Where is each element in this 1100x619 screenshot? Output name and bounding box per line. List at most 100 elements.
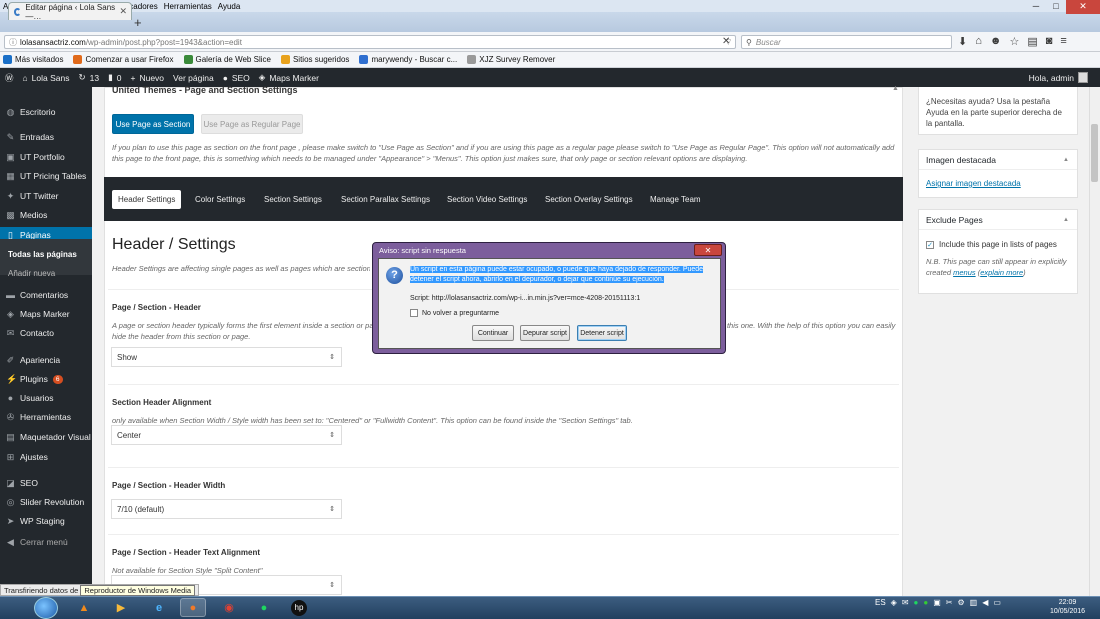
tab-section-parallax-settings[interactable]: Section Parallax Settings bbox=[341, 191, 430, 208]
sidebar-item-entradas[interactable]: ✎ Entradas bbox=[0, 129, 92, 145]
bookmark-item[interactable]: marywendy - Buscar c... bbox=[359, 55, 457, 64]
updates-link[interactable]: ↻ 13 bbox=[78, 72, 99, 83]
firefox-icon[interactable]: ● bbox=[180, 598, 206, 617]
search-input[interactable]: ⚲ Buscar bbox=[741, 35, 952, 49]
dont-ask-again-option[interactable]: No volver a preguntarme bbox=[410, 309, 499, 317]
collapse-icon[interactable]: ▲ bbox=[892, 85, 899, 92]
sidebar-item-anadir-nueva[interactable]: Añadir nueva bbox=[0, 265, 92, 281]
tray-icon[interactable]: ▣ bbox=[933, 598, 941, 607]
field-select[interactable]: Center ⇕ bbox=[111, 425, 342, 445]
sidebar-item-comentarios[interactable]: ▬ Comentarios bbox=[0, 287, 92, 303]
close-tab-icon[interactable]: ✕ bbox=[119, 6, 127, 17]
set-featured-image-link[interactable]: Asignar imagen destacada bbox=[919, 170, 1077, 197]
comments-link[interactable]: ▮ 0 bbox=[108, 72, 121, 83]
scrollbar-thumb[interactable] bbox=[1091, 124, 1098, 182]
dont-ask-again-checkbox[interactable] bbox=[410, 309, 418, 317]
maximize-icon[interactable]: □ bbox=[1046, 0, 1066, 14]
sidebar-item-apariencia[interactable]: ✐ Apariencia bbox=[0, 352, 92, 368]
menu-item[interactable]: Ayuda bbox=[218, 2, 241, 11]
maps-marker-link[interactable]: ◈ Maps Marker bbox=[259, 72, 319, 83]
sidebar-item-plugins[interactable]: ⚡ Plugins 6 bbox=[0, 371, 92, 387]
tray-icon[interactable]: ◈ bbox=[891, 598, 897, 607]
clock[interactable]: 22:09 10/05/2016 bbox=[1050, 598, 1085, 616]
sidebar-item-escritorio[interactable]: ◍ Escritorio bbox=[0, 104, 92, 120]
browser-tab[interactable]: Editar página ‹ Lola Sans —… ✕ bbox=[8, 2, 132, 21]
tab-section-overlay-settings[interactable]: Section Overlay Settings bbox=[545, 191, 633, 208]
bookmark-item[interactable]: Comenzar a usar Firefox bbox=[73, 55, 174, 64]
sidebar-item-maquetador-visual[interactable]: ▤ Maquetador Visual bbox=[0, 429, 92, 445]
sidebar-item-todas-las-paginas[interactable]: Todas las páginas bbox=[0, 248, 92, 261]
download-icon[interactable]: ⬇ bbox=[958, 35, 967, 48]
new-tab-icon[interactable]: + bbox=[134, 15, 142, 30]
sidebar-item-slider-revolution[interactable]: ◎ Slider Revolution bbox=[0, 494, 92, 510]
chrome-icon[interactable]: ◉ bbox=[216, 598, 242, 617]
sidebar-item-seo[interactable]: ◪ SEO bbox=[0, 475, 92, 491]
battery-icon[interactable]: ▭ bbox=[993, 598, 1001, 607]
tab-manage-team[interactable]: Manage Team bbox=[650, 191, 701, 208]
network-icon[interactable]: ▥ bbox=[970, 598, 978, 607]
url-bar[interactable]: ⓘ lolasansactriz.com/wp-admin/post.php?p… bbox=[4, 35, 736, 49]
sidebar-item-ajustes[interactable]: ⊞ Ajustes bbox=[0, 449, 92, 465]
seo-link[interactable]: ● SEO bbox=[223, 73, 250, 83]
sidebar-item-herramientas[interactable]: ✇ Herramientas bbox=[0, 409, 92, 425]
hp-icon[interactable]: hp bbox=[286, 598, 312, 617]
sidebar-item-ut-pricing-tables[interactable]: ▦ UT Pricing Tables bbox=[0, 168, 92, 184]
bookmark-item[interactable]: Sitios sugeridos bbox=[280, 55, 349, 64]
menu-item[interactable]: Herramientas bbox=[164, 2, 212, 11]
media-player-icon[interactable]: ▶ bbox=[108, 598, 134, 617]
close-window-icon[interactable]: ✕ bbox=[1066, 0, 1100, 14]
sidebar-item-ut-twitter[interactable]: ✦ UT Twitter bbox=[0, 188, 92, 204]
site-identity-icon[interactable]: ⓘ bbox=[9, 37, 17, 48]
dialog-close-icon[interactable]: ✕ bbox=[694, 244, 722, 256]
pocket-icon[interactable]: ◙ bbox=[1046, 35, 1053, 48]
tray-icon[interactable]: ✉ bbox=[902, 598, 909, 607]
minimize-icon[interactable]: ─ bbox=[1026, 0, 1046, 14]
tab-header-settings[interactable]: Header Settings bbox=[112, 190, 182, 209]
sidebar-item-cerrar-menu[interactable]: ◀ Cerrar menú bbox=[0, 534, 92, 550]
sidebar-item-maps-marker[interactable]: ◈ Maps Marker bbox=[0, 306, 92, 322]
sidebar-item-ut-portfolio[interactable]: ▣ UT Portfolio bbox=[0, 149, 92, 165]
bookmark-item[interactable]: Más visitados bbox=[3, 55, 63, 64]
featured-image-header[interactable]: Imagen destacada ▲ bbox=[919, 150, 1077, 170]
stop-script-button[interactable]: Detener script bbox=[577, 325, 627, 341]
exclude-pages-header[interactable]: Exclude Pages ▲ bbox=[919, 210, 1077, 230]
use-as-regular-page-button[interactable]: Use Page as Regular Page bbox=[201, 114, 303, 134]
reload-icon[interactable]: ✕ bbox=[722, 36, 730, 47]
debug-script-button[interactable]: Depurar script bbox=[520, 325, 570, 341]
internet-explorer-icon[interactable]: e bbox=[146, 598, 172, 617]
use-as-section-button[interactable]: Use Page as Section bbox=[112, 114, 194, 134]
menu-icon[interactable]: ≡ bbox=[1060, 35, 1066, 48]
account-menu[interactable]: Hola, admin bbox=[1029, 72, 1088, 83]
include-page-checkbox[interactable]: ✓ bbox=[926, 240, 934, 249]
wordpress-logo-icon[interactable]: Ⓦ bbox=[5, 72, 14, 84]
sidebar-item-contacto[interactable]: ✉ Contacto bbox=[0, 325, 92, 341]
home-icon[interactable]: ⌂ bbox=[975, 35, 982, 48]
tray-icon[interactable]: ✂ bbox=[946, 598, 953, 607]
vlc-icon[interactable]: ▲ bbox=[71, 598, 97, 617]
field-select[interactable]: 7/10 (default) ⇕ bbox=[111, 499, 342, 519]
bookmark-star-icon[interactable]: ☆ bbox=[1009, 35, 1019, 48]
sidebar-item-medios[interactable]: ▩ Medios bbox=[0, 207, 92, 223]
menus-link[interactable]: menus bbox=[953, 268, 976, 277]
spotify-tray-icon[interactable]: ● bbox=[914, 598, 919, 607]
bookmarks-list-icon[interactable]: ▤ bbox=[1027, 35, 1037, 48]
volume-icon[interactable]: ◀ bbox=[982, 598, 988, 607]
bookmark-item[interactable]: XJZ Survey Remover bbox=[467, 55, 555, 64]
start-button[interactable] bbox=[34, 597, 58, 619]
tab-section-settings[interactable]: Section Settings bbox=[264, 191, 322, 208]
bookmark-item[interactable]: Galería de Web Slice bbox=[183, 55, 271, 64]
sidebar-item-wp-staging[interactable]: ➤ WP Staging bbox=[0, 513, 92, 529]
chat-icon[interactable]: ☻ bbox=[990, 35, 1002, 48]
tray-icon[interactable]: ⚙ bbox=[957, 598, 964, 607]
sidebar-item-usuarios[interactable]: ● Usuarios bbox=[0, 390, 92, 406]
explain-more-link[interactable]: explain more bbox=[980, 268, 1023, 277]
spotify-icon[interactable]: ● bbox=[251, 598, 277, 617]
tab-section-video-settings[interactable]: Section Video Settings bbox=[447, 191, 527, 208]
view-page-link[interactable]: Ver página bbox=[173, 73, 214, 83]
new-content-link[interactable]: + Nuevo bbox=[130, 73, 164, 83]
field-select[interactable]: Show ⇕ bbox=[111, 347, 342, 367]
tab-color-settings[interactable]: Color Settings bbox=[195, 191, 245, 208]
continue-button[interactable]: Continuar bbox=[472, 325, 514, 341]
site-name-link[interactable]: ⌂ Lola Sans bbox=[23, 73, 70, 83]
language-indicator[interactable]: ES bbox=[875, 598, 886, 607]
